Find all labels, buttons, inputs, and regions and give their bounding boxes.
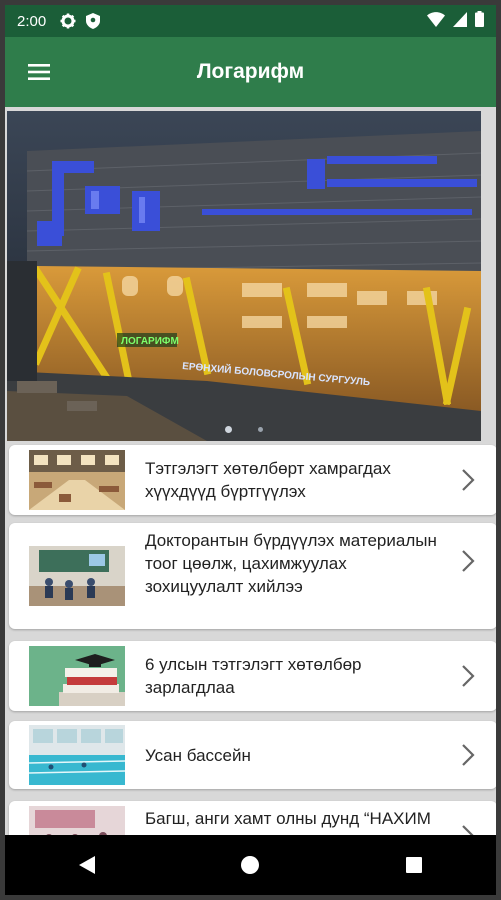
banner-carousel[interactable]: ЛОГАРИФМ ЕРӨНХИЙ БОЛОВСРОЛЫН СУРГУУЛЬ <box>7 111 481 441</box>
system-nav-bar <box>5 835 496 895</box>
news-thumbnail <box>29 546 125 606</box>
app-bar: Логарифм <box>5 37 496 107</box>
news-item-scholarship-registration[interactable]: Тэтгэлэгт хөтөлбөрт хамрагдах хүүхдүүд б… <box>9 445 496 515</box>
chevron-right-icon <box>462 744 475 766</box>
sign-brand-text: ЛОГАРИФМ <box>121 336 179 347</box>
chevron-right-icon <box>462 469 475 491</box>
battery-icon <box>475 11 484 31</box>
status-bar: 2:00 <box>5 5 496 37</box>
news-title: 6 улсын тэтгэлэгт хөтөлбөр зарлагдлаа <box>145 655 362 697</box>
back-icon[interactable] <box>57 835 117 895</box>
status-time: 2:00 <box>17 12 47 30</box>
news-title: Тэтгэлэгт хөтөлбөрт хамрагдах хүүхдүүд б… <box>145 459 391 501</box>
news-item-swimming-pool[interactable]: Усан бассейн <box>9 721 496 789</box>
gear-icon <box>60 13 76 29</box>
carousel-dot-active[interactable] <box>225 426 232 433</box>
home-icon[interactable] <box>220 835 280 895</box>
news-thumbnail <box>29 450 125 510</box>
school-hall-photo <box>29 450 125 510</box>
school-building-photo: ЛОГАРИФМ ЕРӨНХИЙ БОЛОВСРОЛЫН СУРГУУЛЬ <box>7 111 481 441</box>
news-title: Докторантын бүрдүүлэх материалын тоог цө… <box>145 531 437 596</box>
news-thumbnail <box>29 646 125 706</box>
graduation-cap-books-photo <box>29 646 125 706</box>
chevron-right-icon <box>462 665 475 687</box>
chevron-right-icon <box>462 550 475 572</box>
news-item-six-country-scholarship[interactable]: 6 улсын тэтгэлэгт хөтөлбөр зарлагдлаа <box>9 641 496 711</box>
wifi-icon <box>427 11 445 31</box>
carousel-indicator <box>7 426 481 433</box>
app-title: Логарифм <box>196 60 305 83</box>
phone-screen: 2:00 Логарифм ЛОГАРИФМ ЕРӨНХИЙ БОЛОВСРОЛ… <box>5 5 496 895</box>
classroom-photo <box>29 546 125 606</box>
swimming-pool-photo <box>29 725 125 785</box>
signal-icon <box>453 11 467 31</box>
recents-icon[interactable] <box>384 835 444 895</box>
carousel-dot[interactable] <box>258 427 263 432</box>
news-thumbnail <box>29 725 125 785</box>
news-item-doctoral-documents[interactable]: Докторантын бүрдүүлэх материалын тоог цө… <box>9 523 496 629</box>
news-title: Усан бассейн <box>145 746 251 765</box>
hamburger-menu-icon[interactable] <box>11 44 67 100</box>
shield-icon <box>86 13 101 29</box>
